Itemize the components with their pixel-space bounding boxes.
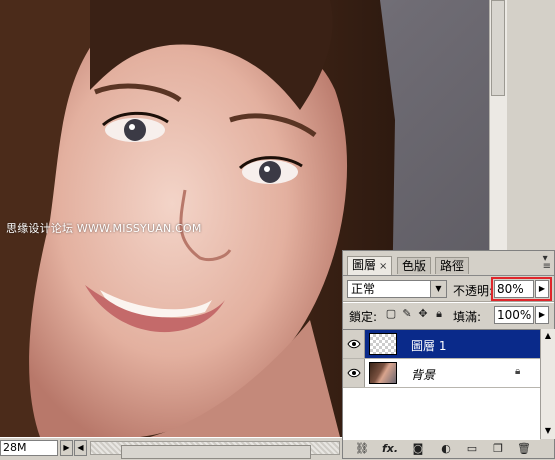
scroll-up-arrow-icon[interactable]: ▲ bbox=[542, 330, 554, 342]
panel-tabs: 圖層 × 色版 路徑 ▾ ≡ bbox=[343, 251, 554, 276]
status-bar: 28M ▶ ◀ bbox=[0, 437, 342, 460]
tab-label: 色版 bbox=[402, 259, 427, 273]
horizontal-scroll-thumb[interactable] bbox=[121, 445, 311, 459]
layer-row-background[interactable]: 背景 🔒︎ bbox=[343, 359, 540, 388]
lock-transparent-pixels-icon[interactable]: ▢ bbox=[385, 308, 397, 320]
layers-bottom-toolbar: ⛓ fx. ◙ ◐ ▭ ❐ 🗑︎ bbox=[343, 440, 554, 458]
fx-icon[interactable]: fx. bbox=[381, 442, 399, 456]
workspace-background bbox=[507, 0, 555, 250]
lock-fill-row: 鎖定: ▢ ✎ ✥ 🔒︎ 填滿: 100% ▶ bbox=[343, 304, 554, 326]
vertical-scroll-thumb[interactable] bbox=[491, 0, 505, 96]
lock-position-icon[interactable]: ✥ bbox=[417, 308, 429, 320]
tab-layers[interactable]: 圖層 × bbox=[347, 256, 393, 275]
trash-icon[interactable]: 🗑︎ bbox=[515, 442, 533, 456]
blend-mode-value: 正常 bbox=[351, 282, 376, 296]
layers-list: 圖層 1 背景 🔒︎ bbox=[343, 329, 540, 440]
lock-image-pixels-icon[interactable]: ✎ bbox=[401, 308, 413, 320]
layers-scrollbar[interactable]: ▲ ▼ bbox=[540, 329, 555, 439]
opacity-input[interactable]: 80% bbox=[494, 280, 534, 298]
lock-icon: 🔒︎ bbox=[515, 366, 521, 377]
close-icon[interactable]: × bbox=[379, 261, 387, 272]
adjustment-layer-icon[interactable]: ◐ bbox=[437, 442, 455, 456]
scroll-left-arrow-icon[interactable]: ◀ bbox=[74, 440, 87, 456]
layers-panel: 圖層 × 色版 路徑 ▾ ≡ 正常 ▼ 不透明: 80% ▶ 鎖定: ▢ ✎ ✥ 🔒… bbox=[342, 250, 555, 459]
layer-name[interactable]: 背景 bbox=[411, 366, 435, 383]
blend-opacity-row: 正常 ▼ 不透明: 80% ▶ bbox=[343, 277, 554, 301]
chevron-down-icon[interactable]: ▼ bbox=[430, 281, 446, 297]
eye-icon bbox=[347, 368, 361, 378]
layer-thumbnail bbox=[369, 333, 397, 355]
eye-icon bbox=[347, 339, 361, 349]
watermark-text: 思缘设计论坛 WWW.MISSYUAN.COM bbox=[6, 222, 202, 235]
new-layer-icon[interactable]: ❐ bbox=[489, 442, 507, 456]
tab-channels[interactable]: 色版 bbox=[397, 257, 432, 274]
layer-row-layer1[interactable]: 圖層 1 bbox=[343, 330, 540, 359]
link-icon[interactable]: ⛓ bbox=[353, 442, 371, 456]
visibility-toggle[interactable] bbox=[343, 330, 365, 358]
lock-all-icon[interactable]: 🔒︎ bbox=[433, 308, 445, 320]
lock-label: 鎖定: bbox=[349, 310, 378, 324]
divider bbox=[343, 301, 554, 303]
opacity-label: 不透明: bbox=[453, 284, 494, 298]
fill-input[interactable]: 100% bbox=[494, 306, 534, 324]
fill-slider-arrow-icon[interactable]: ▶ bbox=[535, 306, 549, 324]
tab-paths[interactable]: 路徑 bbox=[435, 257, 470, 274]
document-info-field[interactable]: 28M bbox=[0, 440, 58, 456]
visibility-toggle[interactable] bbox=[343, 359, 365, 387]
tab-label: 路徑 bbox=[440, 259, 465, 273]
opacity-slider-arrow-icon[interactable]: ▶ bbox=[535, 280, 549, 298]
scroll-down-arrow-icon[interactable]: ▼ bbox=[542, 425, 554, 437]
status-menu-arrow-icon[interactable]: ▶ bbox=[60, 440, 73, 456]
layer-thumbnail bbox=[369, 362, 397, 384]
layer-name[interactable]: 圖層 1 bbox=[411, 337, 446, 354]
new-group-icon[interactable]: ▭ bbox=[463, 442, 481, 456]
tab-label: 圖層 bbox=[352, 258, 377, 272]
horizontal-scroll-track[interactable] bbox=[90, 441, 340, 459]
layer-mask-icon[interactable]: ◙ bbox=[409, 442, 427, 456]
blend-mode-select[interactable]: 正常 ▼ bbox=[347, 280, 447, 298]
panel-menu-icon[interactable]: ▾ ≡ bbox=[543, 254, 551, 272]
fill-label: 填滿: bbox=[453, 310, 482, 324]
